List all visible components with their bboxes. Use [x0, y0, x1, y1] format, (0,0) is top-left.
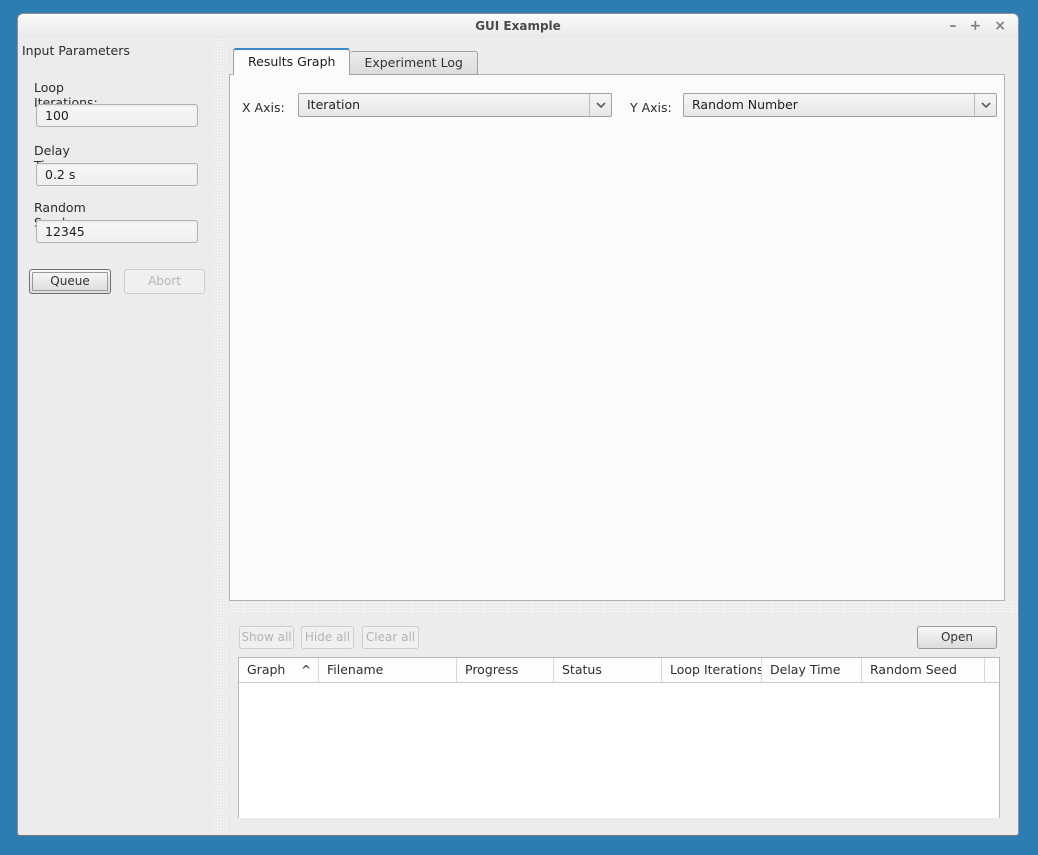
hide-all-button[interactable]: Hide all: [301, 626, 354, 649]
tab-experiment-log[interactable]: Experiment Log: [350, 51, 478, 75]
chevron-down-icon: [974, 94, 996, 116]
abort-button[interactable]: Abort: [124, 269, 205, 294]
column-header-filler: [985, 658, 999, 682]
close-icon[interactable]: ×: [994, 14, 1006, 38]
column-header-graph[interactable]: Graph^: [239, 658, 319, 682]
column-header-progress[interactable]: Progress: [457, 658, 554, 682]
field-input[interactable]: 0.2 s: [36, 163, 198, 186]
column-header-status[interactable]: Status: [554, 658, 662, 682]
chevron-down-icon: [589, 94, 611, 116]
vertical-splitter-handle[interactable]: [213, 38, 227, 834]
sidebar-title: Input Parameters: [22, 43, 130, 58]
field-input[interactable]: 100: [36, 104, 198, 127]
column-header-loop-iterations[interactable]: Loop Iterations: [662, 658, 762, 682]
table-body[interactable]: [239, 683, 999, 818]
tab-pane: X Axis: Iteration Y Axis: Random Number: [229, 74, 1005, 601]
show-all-button[interactable]: Show all: [239, 626, 294, 649]
experiments-table[interactable]: Graph^FilenameProgressStatusLoop Iterati…: [238, 657, 1000, 818]
column-header-filename[interactable]: Filename: [319, 658, 457, 682]
x-axis-combobox-value: Iteration: [307, 97, 360, 112]
sort-ascending-icon: ^: [301, 658, 311, 682]
tab-results-graph[interactable]: Results Graph: [233, 48, 350, 75]
column-header-delay-time[interactable]: Delay Time: [762, 658, 862, 682]
y-axis-combobox-value: Random Number: [692, 97, 798, 112]
x-axis-label: X Axis:: [242, 100, 285, 115]
open-button[interactable]: Open: [917, 626, 997, 649]
x-axis-combobox[interactable]: Iteration: [298, 93, 612, 117]
window-controls: – + ×: [950, 14, 1006, 38]
table-header-row: Graph^FilenameProgressStatusLoop Iterati…: [239, 658, 999, 683]
field-input[interactable]: 12345: [36, 220, 198, 243]
title-bar[interactable]: GUI Example – + ×: [18, 14, 1018, 38]
column-header-random-seed[interactable]: Random Seed: [862, 658, 985, 682]
queue-button-label: Queue: [32, 272, 108, 291]
y-axis-label: Y Axis:: [630, 100, 672, 115]
queue-button[interactable]: Queue: [29, 269, 111, 294]
horizontal-splitter-handle[interactable]: [229, 601, 1018, 614]
y-axis-combobox[interactable]: Random Number: [683, 93, 997, 117]
clear-all-button[interactable]: Clear all: [362, 626, 419, 649]
maximize-icon[interactable]: +: [970, 14, 982, 38]
minimize-icon[interactable]: –: [950, 14, 957, 38]
tab-bar: Results GraphExperiment Log: [233, 48, 478, 75]
app-window: GUI Example – + × Input Parameters Loop …: [17, 13, 1019, 836]
window-title: GUI Example: [18, 14, 1018, 38]
